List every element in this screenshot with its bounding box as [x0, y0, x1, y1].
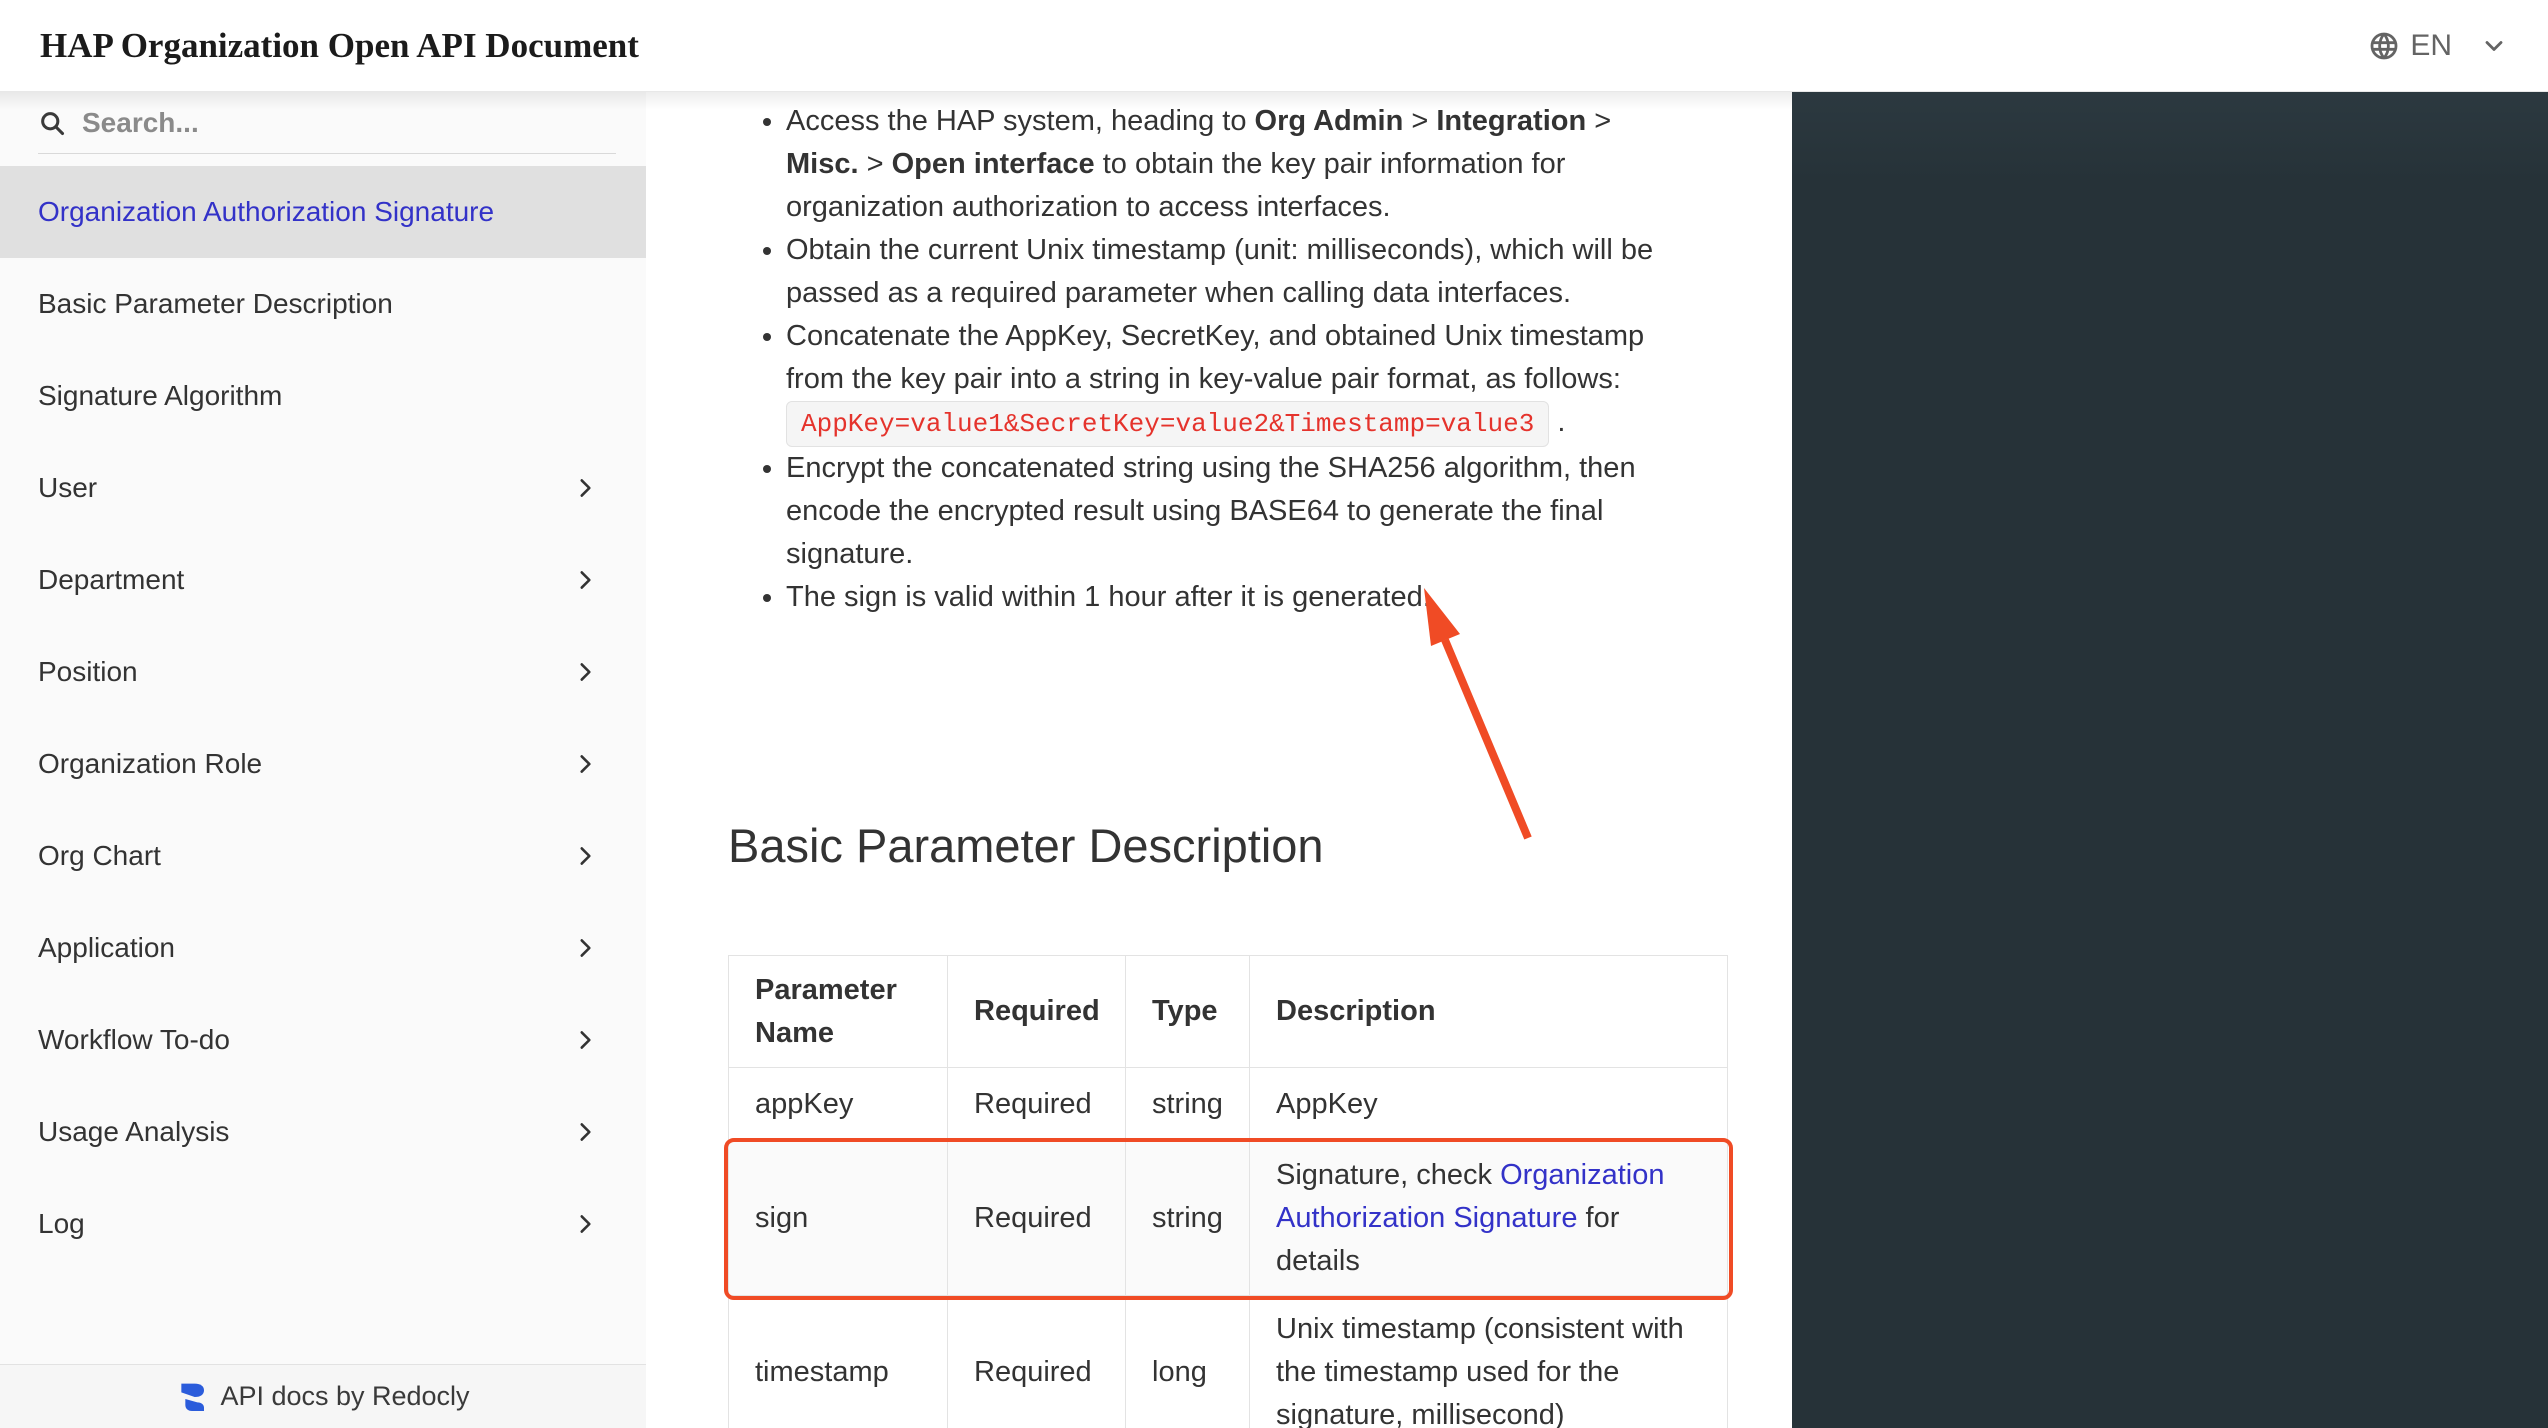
sidebar: Organization Authorization Signature Basi… — [0, 92, 646, 1428]
description-cell: Unix timestamp (consistent with the time… — [1250, 1296, 1728, 1428]
chevron-right-icon — [572, 751, 598, 777]
sidebar-item-organization-role[interactable]: Organization Role — [0, 718, 646, 810]
globe-icon — [2368, 30, 2400, 62]
sidebar-item-user[interactable]: User — [0, 442, 646, 534]
app-header: HAP Organization Open API Document EN — [0, 0, 2548, 92]
search-box — [38, 92, 616, 154]
required-cell: Required — [948, 1068, 1126, 1142]
sidebar-item-organization-authorization-signature[interactable]: Organization Authorization Signature — [0, 166, 646, 258]
param-name-cell: sign — [729, 1142, 948, 1296]
type-cell: long — [1126, 1296, 1250, 1428]
sidebar-footer[interactable]: API docs by Redocly — [0, 1364, 646, 1428]
list-item: Obtain the current Unix timestamp (unit:… — [786, 229, 1668, 315]
response-panel — [1792, 92, 2548, 1428]
search-input[interactable] — [82, 107, 616, 139]
type-cell: string — [1126, 1068, 1250, 1142]
bullet-list: Access the HAP system, heading to Org Ad… — [728, 100, 1668, 619]
sidebar-item-workflow-to-do[interactable]: Workflow To-do — [0, 994, 646, 1086]
bold-text: Org Admin — [1255, 105, 1404, 137]
sidebar-item-label: Log — [38, 1208, 85, 1240]
column-header-type: Type — [1126, 956, 1250, 1068]
sidebar-item-label: Position — [38, 656, 138, 688]
param-name-cell: timestamp — [729, 1296, 948, 1428]
params-table: Parameter NameRequiredTypeDescription ap… — [728, 955, 1728, 1428]
sidebar-item-label: Signature Algorithm — [38, 380, 282, 412]
sidebar-item-application[interactable]: Application — [0, 902, 646, 994]
table-row-timestamp: timestampRequiredlongUnix timestamp (con… — [729, 1296, 1728, 1428]
bold-text: Integration — [1436, 105, 1586, 137]
chevron-down-icon — [2480, 32, 2508, 60]
chevron-right-icon — [572, 843, 598, 869]
chevron-right-icon — [572, 567, 598, 593]
column-header-parameter-name: Parameter Name — [729, 956, 948, 1068]
description-cell: Signature, check Organization Authorizat… — [1250, 1142, 1728, 1296]
chevron-right-icon — [572, 475, 598, 501]
main-area: Organization Authorization Signature Basi… — [0, 92, 2548, 1428]
org-auth-signature-link[interactable]: Organization Authorization Signature — [1276, 1159, 1665, 1234]
column-header-required: Required — [948, 956, 1126, 1068]
chevron-right-icon — [572, 1211, 598, 1237]
sidebar-item-label: Organization Authorization Signature — [38, 196, 494, 228]
list-item: Encrypt the concatenated string using th… — [786, 447, 1668, 576]
content-column: Access the HAP system, heading to Org Ad… — [646, 92, 1792, 1428]
sidebar-menu: Organization Authorization Signature Basi… — [0, 166, 646, 1270]
sidebar-item-label: User — [38, 472, 97, 504]
list-item: Access the HAP system, heading to Org Ad… — [786, 100, 1668, 229]
bold-text: Misc. — [786, 148, 859, 180]
table-header-row: Parameter NameRequiredTypeDescription — [729, 956, 1728, 1068]
chevron-right-icon — [572, 1027, 598, 1053]
bold-text: Open interface — [892, 148, 1095, 180]
sidebar-item-label: Department — [38, 564, 184, 596]
search-icon — [38, 109, 66, 137]
table-row-sign: signRequiredstringSignature, check Organ… — [729, 1142, 1728, 1296]
footer-link: API docs by Redocly — [220, 1381, 469, 1412]
section-heading: Basic Parameter Description — [728, 818, 1792, 874]
chevron-right-icon — [572, 659, 598, 685]
chevron-right-icon — [572, 1119, 598, 1145]
sidebar-item-label: Basic Parameter Description — [38, 288, 393, 320]
required-cell: Required — [948, 1142, 1126, 1296]
description-cell: AppKey — [1250, 1068, 1728, 1142]
required-cell: Required — [948, 1296, 1126, 1428]
sidebar-item-usage-analysis[interactable]: Usage Analysis — [0, 1086, 646, 1178]
sidebar-item-log[interactable]: Log — [0, 1178, 646, 1270]
type-cell: string — [1126, 1142, 1250, 1296]
table-row-appkey: appKeyRequiredstringAppKey — [729, 1068, 1728, 1142]
chevron-right-icon — [572, 935, 598, 961]
sidebar-item-position[interactable]: Position — [0, 626, 646, 718]
sidebar-item-label: Usage Analysis — [38, 1116, 229, 1148]
sidebar-item-department[interactable]: Department — [0, 534, 646, 626]
language-switcher[interactable]: EN — [2368, 29, 2508, 63]
inline-code: AppKey=value1&SecretKey=value2&Timestamp… — [786, 401, 1549, 447]
redocly-logo-icon — [176, 1381, 208, 1413]
sidebar-item-basic-parameter-description[interactable]: Basic Parameter Description — [0, 258, 646, 350]
page-title: HAP Organization Open API Document — [40, 26, 639, 66]
sidebar-item-org-chart[interactable]: Org Chart — [0, 810, 646, 902]
param-name-cell: appKey — [729, 1068, 948, 1142]
sidebar-item-label: Application — [38, 932, 175, 964]
column-header-description: Description — [1250, 956, 1728, 1068]
sidebar-item-signature-algorithm[interactable]: Signature Algorithm — [0, 350, 646, 442]
list-item: Concatenate the AppKey, SecretKey, and o… — [786, 315, 1668, 447]
sidebar-item-label: Workflow To-do — [38, 1024, 230, 1056]
sidebar-item-label: Organization Role — [38, 748, 262, 780]
sidebar-item-label: Org Chart — [38, 840, 161, 872]
language-label: EN — [2410, 29, 2452, 63]
list-item: The sign is valid within 1 hour after it… — [786, 576, 1668, 619]
